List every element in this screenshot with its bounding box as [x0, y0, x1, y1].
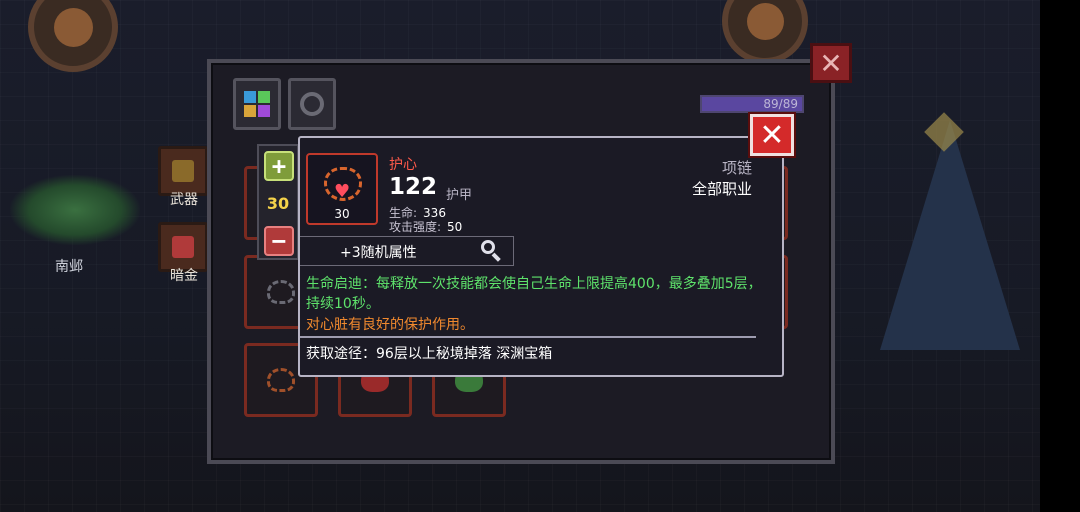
- tab-all-items[interactable]: [233, 78, 281, 130]
- side-tab-dark-gold-label: 暗金: [170, 268, 198, 284]
- item-icon-frame: ♥ 30: [306, 153, 378, 225]
- heart-icon: ♥: [334, 181, 351, 202]
- close-icon: ✕: [759, 117, 785, 153]
- close-icon: ✕: [819, 46, 843, 80]
- item-slot-type: 项链: [721, 159, 752, 177]
- enhance-stepper: + 30 −: [257, 144, 299, 260]
- character-name: 南邺: [55, 259, 83, 275]
- minus-button[interactable]: −: [264, 226, 294, 256]
- tooltip-close-button[interactable]: ✕: [750, 114, 794, 156]
- ring-icon: [300, 92, 324, 116]
- chest-icon: [172, 236, 194, 258]
- amulet-item-icon: [267, 280, 295, 304]
- flavor-text: 对心脏有良好的保护作用。: [306, 317, 474, 333]
- stepper-value: 30: [266, 194, 290, 213]
- inventory-close-button[interactable]: ✕: [810, 43, 852, 83]
- item-class-restriction: 全部职业: [691, 180, 752, 198]
- grid-icon: [244, 91, 270, 117]
- main-stat-label: 护甲: [446, 188, 473, 203]
- capacity-text: 89/89: [763, 97, 798, 111]
- tooltip-divider: [300, 336, 756, 338]
- magnifier-icon[interactable]: [481, 240, 503, 262]
- christmas-tree: [880, 120, 1020, 350]
- sword-icon: [172, 160, 194, 182]
- item-source: 获取途径：96层以上秘境掉落 深渊宝箱: [306, 346, 553, 362]
- plus-button[interactable]: +: [264, 151, 294, 181]
- sub-stat-attack: 攻击强度: 50: [389, 218, 462, 235]
- item-level: 30: [334, 207, 350, 221]
- item-name: 护心: [389, 157, 417, 173]
- sub-stat-value: 50: [447, 220, 463, 234]
- screen-edge: [1040, 0, 1080, 512]
- sub-stat-label: 攻击强度:: [389, 220, 442, 234]
- side-tab-weapon-label: 武器: [170, 192, 198, 208]
- necklace-item-icon: [267, 368, 295, 392]
- tab-accessories[interactable]: [288, 78, 336, 130]
- main-stat-value: 122: [389, 174, 438, 200]
- effect-description: 生命启迪：每释放一次技能都会使自己生命上限提高400，最多叠加5层，持续10秒。: [306, 276, 762, 312]
- random-attributes-label: +3随机属性: [340, 245, 417, 261]
- player-character-pet[interactable]: [10, 175, 140, 245]
